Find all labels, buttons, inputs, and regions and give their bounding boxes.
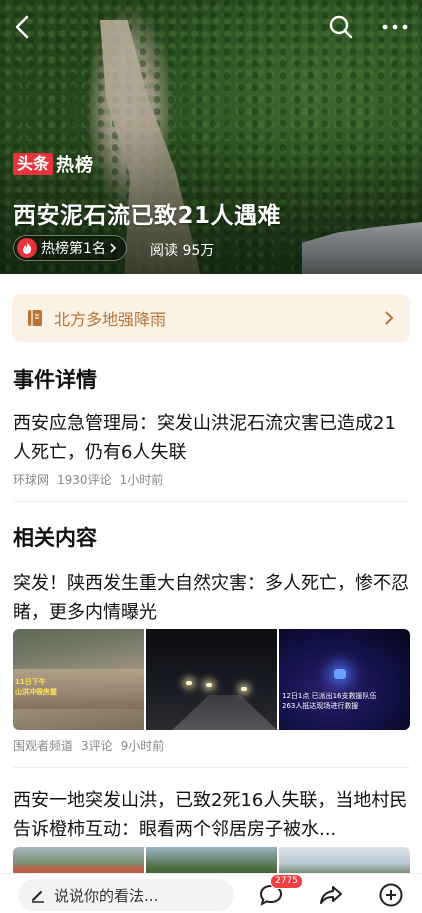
related-heading: 相关内容: [13, 526, 97, 550]
chevron-right-icon: [110, 243, 117, 253]
divider: [13, 767, 410, 768]
add-button[interactable]: [376, 880, 406, 910]
related-article-title: 西安一地突发山洪，已致2死16人失联，当地村民告诉橙柿互动：眼看两个邻居房子被水…: [13, 790, 408, 840]
rank-pill[interactable]: 热榜第1名: [13, 235, 127, 261]
hero-banner: 头条 热榜 西安泥石流已致21人遇难 热榜第1名 阅读 95万: [0, 0, 422, 274]
read-count: 阅读 95万: [150, 243, 215, 259]
book-icon: [28, 310, 42, 326]
back-arrow-icon: [15, 15, 29, 39]
chevron-right-icon: [385, 311, 394, 325]
related-article[interactable]: 突发！陕西发生重大自然灾害：多人死亡，惨不忍睹，更多内情曝光: [13, 569, 411, 627]
pen-icon: [32, 891, 44, 903]
more-dots-icon: [382, 24, 408, 30]
divider: [13, 501, 410, 502]
event-details-heading: 事件详情: [13, 368, 97, 392]
brand-red-text: 头条: [13, 153, 54, 175]
article-comments: 1930评论: [57, 473, 112, 487]
more-button[interactable]: [380, 12, 410, 42]
back-button[interactable]: [8, 12, 38, 42]
thumbnail-night-road: [146, 629, 277, 730]
flame-icon: [17, 238, 37, 258]
hero-shade: [0, 0, 422, 274]
related-article[interactable]: 西安一地突发山洪，已致2死16人失联，当地村民告诉橙柿互动：眼看两个邻居房子被水…: [13, 786, 411, 844]
article-source: 围观者频道: [13, 739, 74, 753]
share-arrow-icon: [320, 886, 342, 904]
article-time: 9小时前: [120, 739, 165, 753]
brand-white-text: 热榜: [56, 155, 95, 176]
comment-count-badge: 2775: [270, 874, 303, 889]
article-source: 环球网: [13, 473, 50, 487]
article-meta: 围观者频道 3评论 9小时前: [13, 737, 411, 754]
thumbnail-caption: 12日1点 已派出16支救援队伍 263人抵达现场进行救援: [282, 692, 377, 710]
article-comments: 3评论: [81, 739, 113, 753]
event-article[interactable]: 西安应急管理局：突发山洪泥石流灾害已造成21人死亡，仍有6人失联 环球网 1930…: [13, 409, 411, 488]
article-title: 西安应急管理局：突发山洪泥石流灾害已造成21人死亡，仍有6人失联: [13, 413, 396, 463]
comment-input[interactable]: 说说你的看法...: [18, 879, 234, 911]
related-article-title: 突发！陕西发生重大自然灾害：多人死亡，惨不忍睹，更多内情曝光: [13, 573, 409, 623]
topic-label: 北方多地强降雨: [54, 310, 167, 329]
page-title: 西安泥石流已致21人遇难: [13, 203, 282, 229]
bottom-bar: 说说你的看法... 2775: [0, 873, 422, 913]
share-button[interactable]: [316, 880, 346, 910]
rank-label: 热榜第1名: [41, 241, 106, 257]
plus-circle-icon: [379, 883, 403, 907]
comment-placeholder: 说说你的看法...: [54, 886, 159, 905]
related-article-meta-wrap: 围观者频道 3评论 9小时前: [13, 733, 411, 754]
related-article-thumbnails[interactable]: 11日下午 山洪冲毁房屋 12日1点 已派出16支救援队伍 263人抵达现场进行…: [13, 629, 410, 730]
thumbnail-flood: 11日下午 山洪冲毁房屋: [13, 629, 144, 730]
search-button[interactable]: [326, 12, 356, 42]
hot-list-brand: 头条 热榜: [13, 152, 94, 176]
search-icon: [329, 15, 353, 39]
thumbnail-rescue: 12日1点 已派出16支救援队伍 263人抵达现场进行救援: [279, 629, 410, 730]
article-meta: 环球网 1930评论 1小时前: [13, 471, 411, 488]
topic-banner[interactable]: 北方多地强降雨: [12, 294, 410, 342]
article-time: 1小时前: [119, 473, 164, 487]
thumbnail-caption: 11日下午 山洪冲毁房屋: [15, 678, 57, 696]
